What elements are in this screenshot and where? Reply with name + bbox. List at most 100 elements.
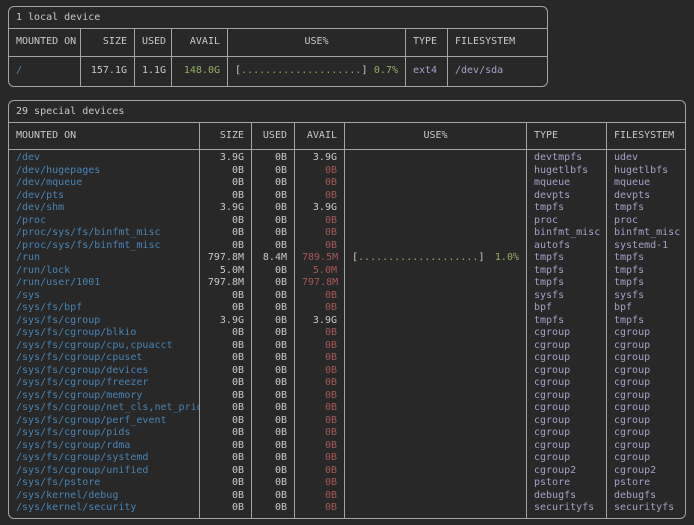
filesystem-cell: proc xyxy=(607,215,685,228)
avail-cell: 0B xyxy=(295,415,345,428)
filesystem-cell: binfmt_misc xyxy=(607,227,685,240)
used-cell: 0B xyxy=(252,452,295,465)
use-percent-cell xyxy=(345,490,527,503)
use-percent-cell xyxy=(345,240,527,253)
mounted-on-cell: /proc xyxy=(9,215,200,228)
type-cell: cgroup xyxy=(527,427,607,440)
use-percent-cell xyxy=(345,440,527,453)
type-cell: ext4 xyxy=(406,57,448,86)
filesystem-cell: tmpfs xyxy=(607,265,685,278)
mounted-on-cell: /sys/kernel/debug xyxy=(9,490,200,503)
filesystem-cell: cgroup xyxy=(607,452,685,465)
size-cell: 0B xyxy=(200,340,252,353)
size-cell: 0B xyxy=(200,440,252,453)
used-cell: 0B xyxy=(252,265,295,278)
filesystem-cell: securityfs xyxy=(607,502,685,518)
type-cell: cgroup xyxy=(527,340,607,353)
filesystem-cell: cgroup xyxy=(607,440,685,453)
usage-percent-value: 1.0% xyxy=(495,252,519,265)
use-percent-cell xyxy=(345,290,527,303)
mounted-on-cell: /dev xyxy=(9,150,200,165)
used-cell: 0B xyxy=(252,440,295,453)
use-percent-cell xyxy=(345,402,527,415)
used-cell: 0B xyxy=(252,352,295,365)
mounted-on-cell: /sys/fs/cgroup/net_cls,net_prio xyxy=(9,402,200,415)
used-cell: 0B xyxy=(252,190,295,203)
avail-cell: 0B xyxy=(295,477,345,490)
used-cell: 0B xyxy=(252,150,295,165)
use-percent-cell xyxy=(345,390,527,403)
column-header-avail: AVAIL xyxy=(172,29,228,57)
size-cell: 0B xyxy=(200,177,252,190)
special-table-grid: MOUNTED ONSIZEUSEDAVAILUSE%TYPEFILESYSTE… xyxy=(9,123,685,518)
size-cell: 3.9G xyxy=(200,150,252,165)
mounted-on-cell: /sys/fs/cgroup/cpu,cpuacct xyxy=(9,340,200,353)
mounted-on-cell: /sys/fs/cgroup/devices xyxy=(9,365,200,378)
avail-cell: 0B xyxy=(295,290,345,303)
type-cell: pstore xyxy=(527,477,607,490)
size-cell: 0B xyxy=(200,290,252,303)
avail-cell: 0B xyxy=(295,165,345,178)
use-percent-cell xyxy=(345,352,527,365)
column-header-mounted-on: MOUNTED ON xyxy=(9,29,81,57)
used-cell: 0B xyxy=(252,465,295,478)
type-cell: tmpfs xyxy=(527,202,607,215)
avail-cell: 0B xyxy=(295,352,345,365)
size-cell: 0B xyxy=(200,427,252,440)
column-header-size: SIZE xyxy=(200,123,252,151)
column-header-filesystem: FILESYSTEM xyxy=(607,123,685,151)
column-header-type: TYPE xyxy=(527,123,607,151)
mounted-on-cell: /sys/kernel/security xyxy=(9,502,200,518)
used-cell: 0B xyxy=(252,490,295,503)
type-cell: tmpfs xyxy=(527,277,607,290)
used-cell: 0B xyxy=(252,302,295,315)
use-percent-cell xyxy=(345,377,527,390)
used-cell: 0B xyxy=(252,315,295,328)
mounted-on-cell: /sys/fs/cgroup/memory xyxy=(9,390,200,403)
filesystem-cell: cgroup xyxy=(607,390,685,403)
mounted-on-cell: /sys/fs/cgroup/perf_event xyxy=(9,415,200,428)
use-percent-cell xyxy=(345,502,527,518)
filesystem-cell: debugfs xyxy=(607,490,685,503)
type-cell: cgroup2 xyxy=(527,465,607,478)
type-cell: sysfs xyxy=(527,290,607,303)
use-percent-cell xyxy=(345,215,527,228)
use-percent-cell xyxy=(345,452,527,465)
avail-cell: 797.8M xyxy=(295,277,345,290)
filesystem-cell: cgroup xyxy=(607,415,685,428)
column-header-mounted-on: MOUNTED ON xyxy=(9,123,200,151)
use-percent-cell xyxy=(345,365,527,378)
size-cell: 797.8M xyxy=(200,252,252,265)
size-cell: 0B xyxy=(200,402,252,415)
size-cell: 0B xyxy=(200,365,252,378)
mounted-on-cell: /dev/hugepages xyxy=(9,165,200,178)
type-cell: bpf xyxy=(527,302,607,315)
used-cell: 0B xyxy=(252,290,295,303)
used-cell: 0B xyxy=(252,177,295,190)
filesystem-cell: cgroup xyxy=(607,377,685,390)
size-cell: 5.0M xyxy=(200,265,252,278)
avail-cell: 0B xyxy=(295,465,345,478)
bar-dots: .................... xyxy=(358,252,478,263)
used-cell: 1.1G xyxy=(135,57,172,86)
avail-cell: 3.9G xyxy=(295,315,345,328)
mounted-on-cell: /sys/fs/bpf xyxy=(9,302,200,315)
avail-cell: 0B xyxy=(295,490,345,503)
terminal-output: 1 local device MOUNTED ONSIZEUSEDAVAILUS… xyxy=(0,0,694,525)
used-cell: 0B xyxy=(252,227,295,240)
avail-cell: 0B xyxy=(295,340,345,353)
used-cell: 0B xyxy=(252,415,295,428)
mounted-on-cell: /sys/fs/cgroup/cpuset xyxy=(9,352,200,365)
used-cell: 0B xyxy=(252,402,295,415)
avail-cell: 0B xyxy=(295,302,345,315)
size-cell: 0B xyxy=(200,390,252,403)
mounted-on-cell: /sys/fs/cgroup xyxy=(9,315,200,328)
type-cell: mqueue xyxy=(527,177,607,190)
size-cell: 0B xyxy=(200,302,252,315)
size-cell: 0B xyxy=(200,502,252,518)
filesystem-cell: cgroup xyxy=(607,427,685,440)
filesystem-cell: bpf xyxy=(607,302,685,315)
size-cell: 0B xyxy=(200,415,252,428)
size-cell: 3.9G xyxy=(200,315,252,328)
column-header-used: USED xyxy=(252,123,295,151)
